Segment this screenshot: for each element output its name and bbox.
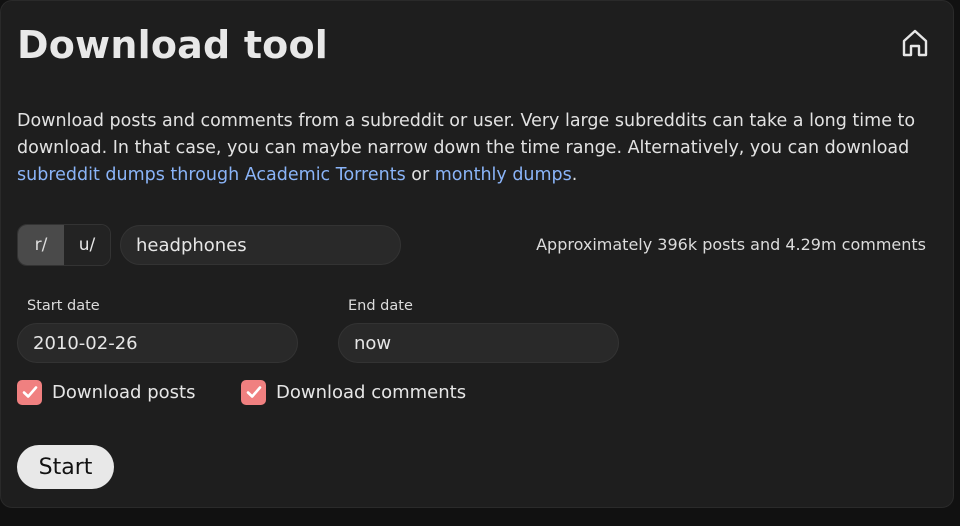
end-date-value: now (354, 332, 392, 354)
home-icon (902, 29, 928, 57)
end-date-label: End date (348, 298, 413, 314)
download-tool-panel: Download tool Download posts and comment… (0, 0, 954, 508)
source-type-toggle: r/ u/ (17, 224, 111, 266)
end-date-input[interactable]: now (338, 323, 619, 363)
home-button[interactable] (897, 25, 933, 61)
subreddit-toggle-button[interactable]: r/ (18, 225, 64, 265)
download-comments-label: Download comments (276, 381, 467, 403)
download-posts-checkbox[interactable]: Download posts (17, 378, 195, 406)
download-posts-label: Download posts (52, 381, 196, 403)
description-connector: or (405, 165, 435, 185)
download-comments-checkbox[interactable]: Download comments (241, 378, 466, 406)
subreddit-name-value: headphones (136, 234, 247, 256)
checkmark-icon (22, 386, 37, 398)
description-text: Download posts and comments from a subre… (17, 111, 916, 158)
subreddit-name-input[interactable]: headphones (120, 225, 401, 265)
start-button[interactable]: Start (17, 445, 114, 489)
size-estimate: Approximately 396k posts and 4.29m comme… (536, 235, 926, 254)
start-date-input[interactable]: 2010-02-26 (17, 323, 298, 363)
user-toggle-button[interactable]: u/ (64, 225, 110, 265)
posts-checkbox-box[interactable] (17, 379, 42, 405)
start-date-label: Start date (27, 298, 100, 314)
start-date-value: 2010-02-26 (33, 332, 138, 354)
description: Download posts and comments from a subre… (17, 108, 937, 189)
academic-torrents-link[interactable]: subreddit dumps through Academic Torrent… (17, 165, 406, 185)
monthly-dumps-link[interactable]: monthly dumps (435, 165, 572, 185)
checkmark-icon (246, 386, 261, 398)
page-title: Download tool (17, 23, 329, 67)
description-end: . (571, 165, 578, 185)
comments-checkbox-box[interactable] (241, 379, 266, 405)
